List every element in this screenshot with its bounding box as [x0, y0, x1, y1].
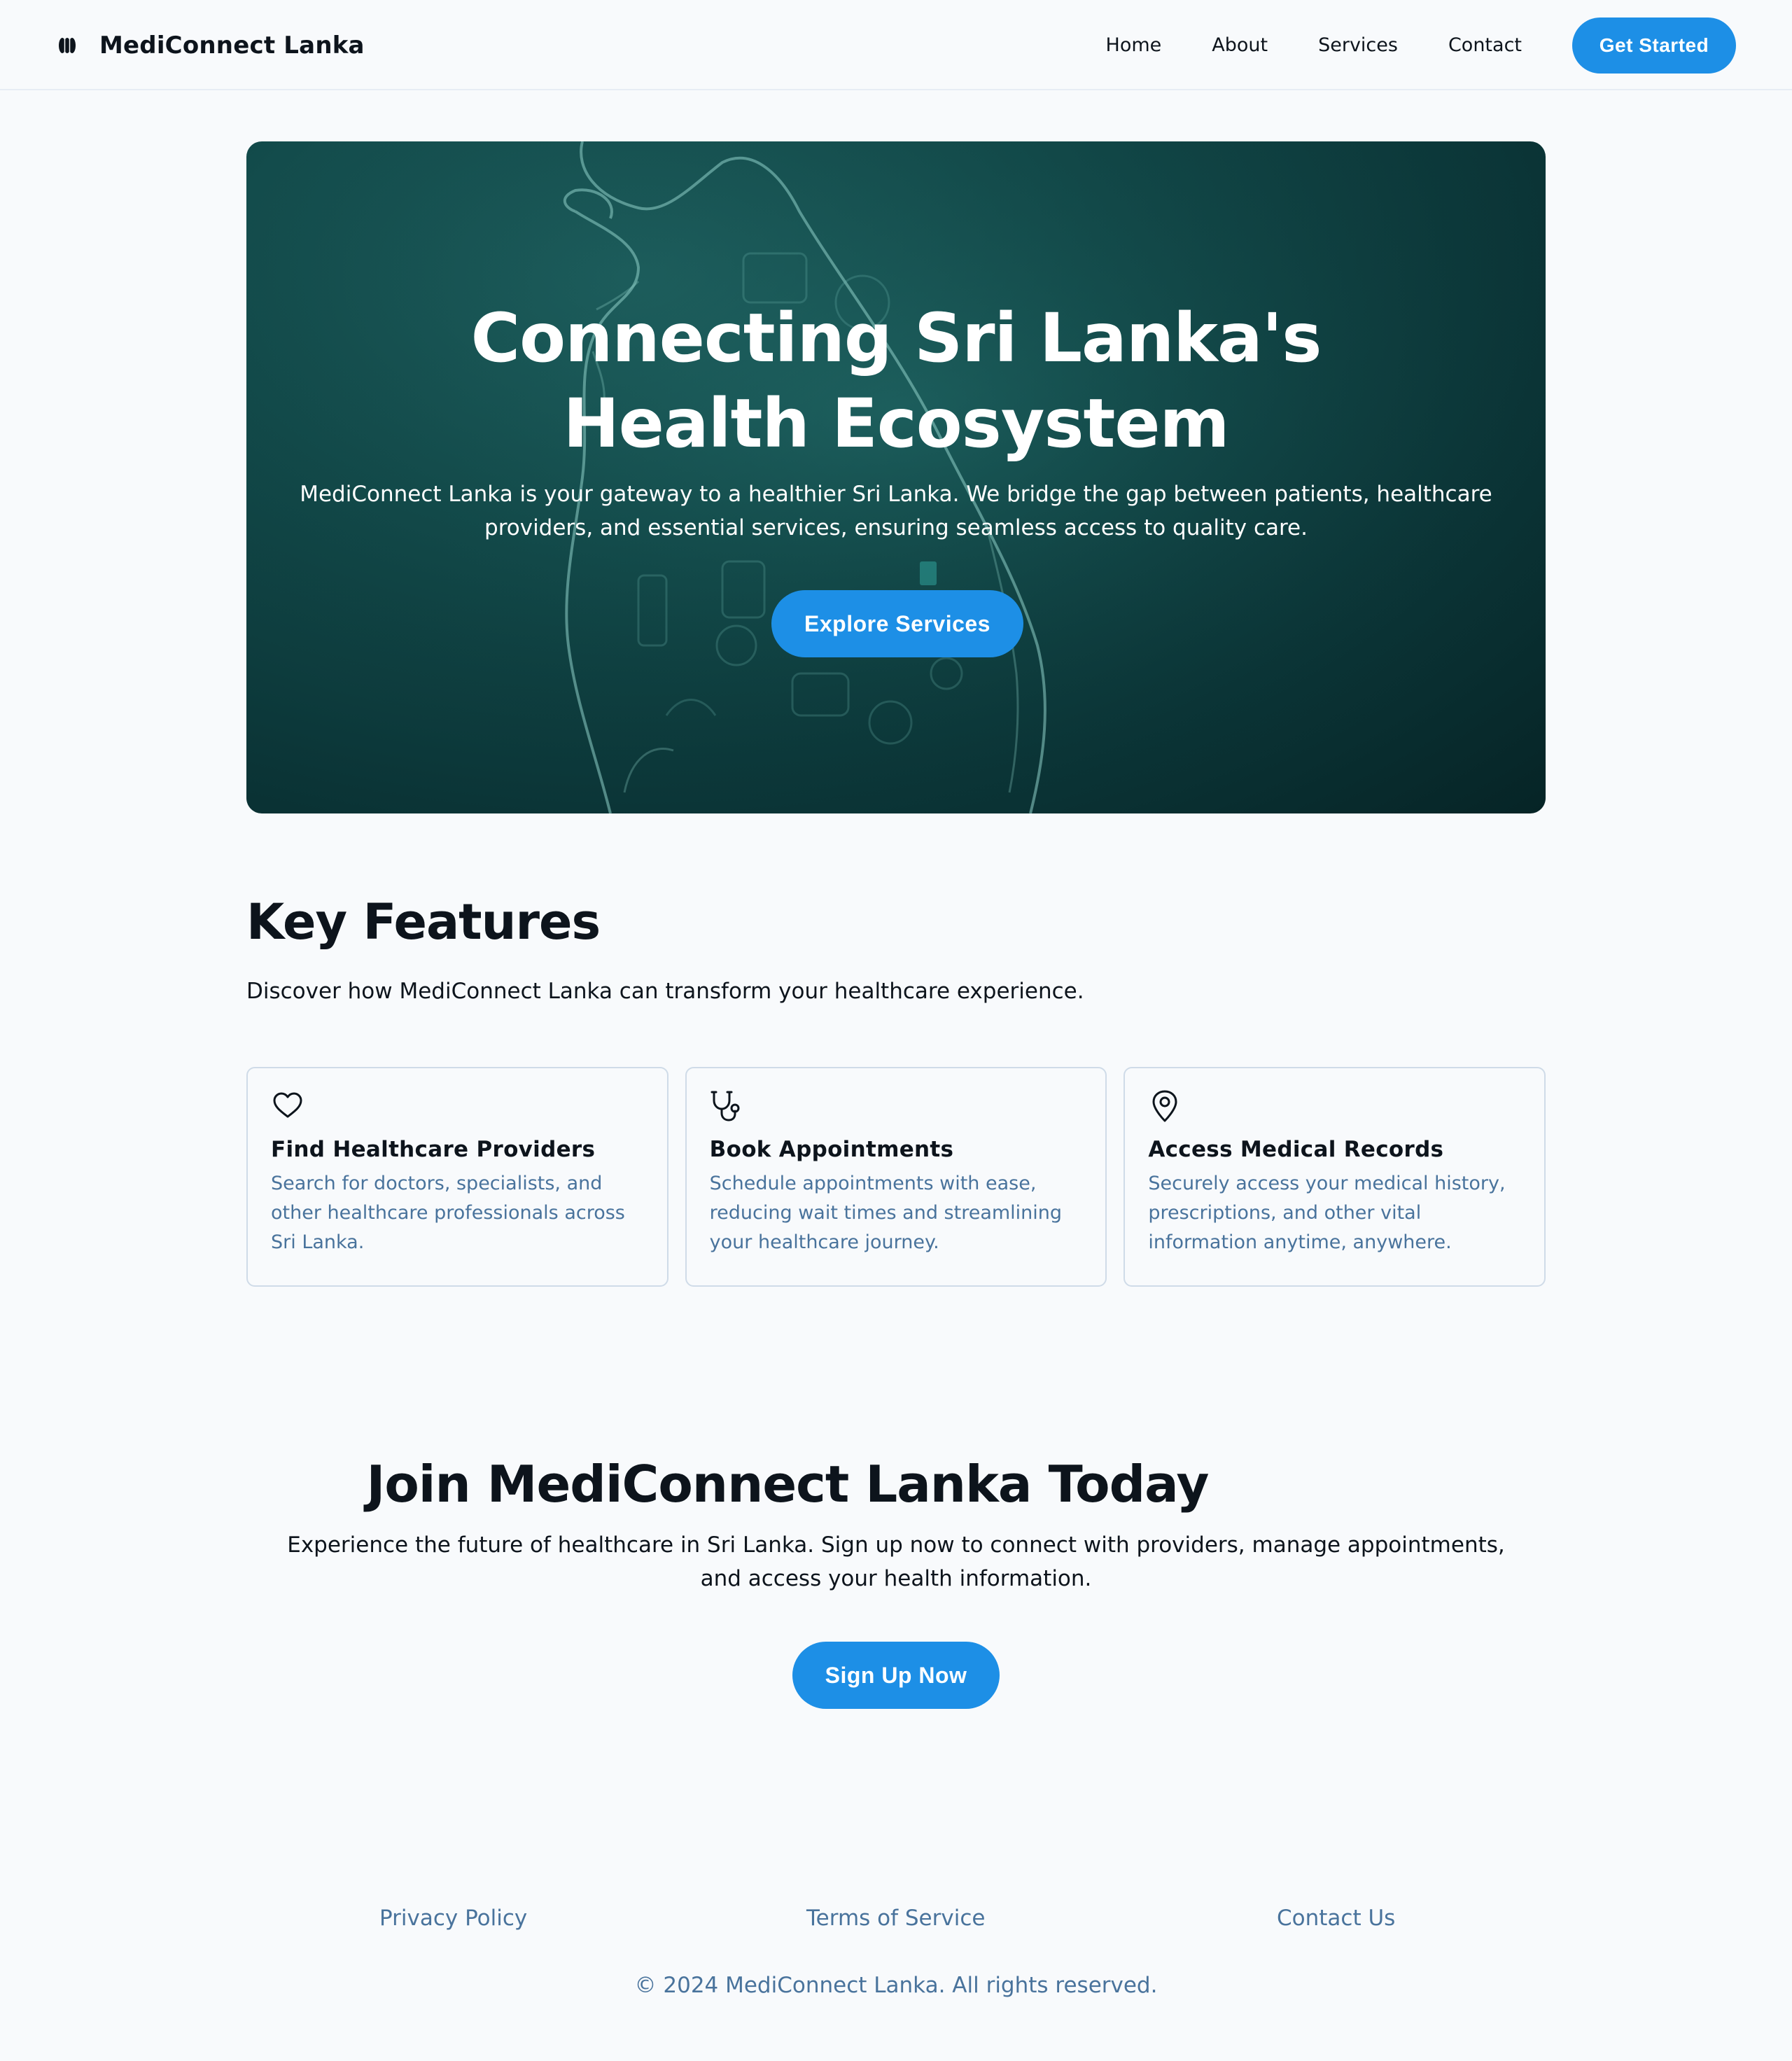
stethoscope-icon: [710, 1091, 740, 1122]
hero-title: Connecting Sri Lanka's Health Ecosystem: [470, 299, 1322, 463]
heart-icon: [273, 1092, 302, 1118]
get-started-button[interactable]: Get Started: [1572, 17, 1736, 74]
footer-contact-link[interactable]: Contact Us: [1277, 1906, 1395, 1931]
hero-banner: Connecting Sri Lanka's Health Ecosystem …: [246, 141, 1546, 813]
site-header: MediConnect Lanka Home About Services Co…: [0, 0, 1792, 90]
feature-card-desc: Schedule appointments with ease, reducin…: [709, 1173, 1063, 1253]
brand[interactable]: MediConnect Lanka: [56, 0, 365, 90]
nav-about[interactable]: About: [1212, 34, 1268, 56]
main-nav: Home About Services Contact Get Started: [1106, 0, 1736, 90]
sign-up-button[interactable]: Sign Up Now: [792, 1642, 1000, 1709]
join-title: Join MediConnect Lanka Today: [366, 1455, 1210, 1514]
map-pin-icon: [1152, 1090, 1177, 1122]
feature-card-title: Access Medical Records: [1148, 1137, 1444, 1162]
feature-card-appointments[interactable]: Book Appointments Schedule appointments …: [685, 1067, 1107, 1287]
feature-card-title: Book Appointments: [709, 1137, 954, 1162]
brand-name: MediConnect Lanka: [99, 31, 365, 60]
explore-services-button[interactable]: Explore Services: [771, 590, 1023, 657]
footer-links: Privacy Policy Terms of Service Contact …: [246, 1906, 1546, 1941]
brand-logo-icon: [59, 37, 76, 53]
join-subtitle: Experience the future of healthcare in S…: [287, 1532, 1505, 1591]
footer-privacy-link[interactable]: Privacy Policy: [379, 1906, 527, 1931]
features-title: Key Features: [246, 893, 601, 951]
feature-cards: Find Healthcare Providers Search for doc…: [246, 1067, 1546, 1287]
nav-services[interactable]: Services: [1318, 34, 1398, 56]
copyright: © 2024 MediConnect Lanka. All rights res…: [634, 1973, 1158, 1998]
footer-terms-link[interactable]: Terms of Service: [806, 1906, 985, 1931]
nav-contact[interactable]: Contact: [1448, 34, 1522, 56]
hero-subtitle: MediConnect Lanka is your gateway to a h…: [300, 482, 1492, 540]
features-subtitle: Discover how MediConnect Lanka can trans…: [246, 979, 1084, 1004]
feature-card-title: Find Healthcare Providers: [271, 1137, 596, 1162]
feature-card-records[interactable]: Access Medical Records Securely access y…: [1124, 1067, 1546, 1287]
feature-card-desc: Securely access your medical history, pr…: [1148, 1173, 1506, 1253]
nav-home[interactable]: Home: [1106, 34, 1162, 56]
feature-card-providers[interactable]: Find Healthcare Providers Search for doc…: [246, 1067, 668, 1287]
feature-card-desc: Search for doctors, specialists, and oth…: [271, 1173, 625, 1253]
